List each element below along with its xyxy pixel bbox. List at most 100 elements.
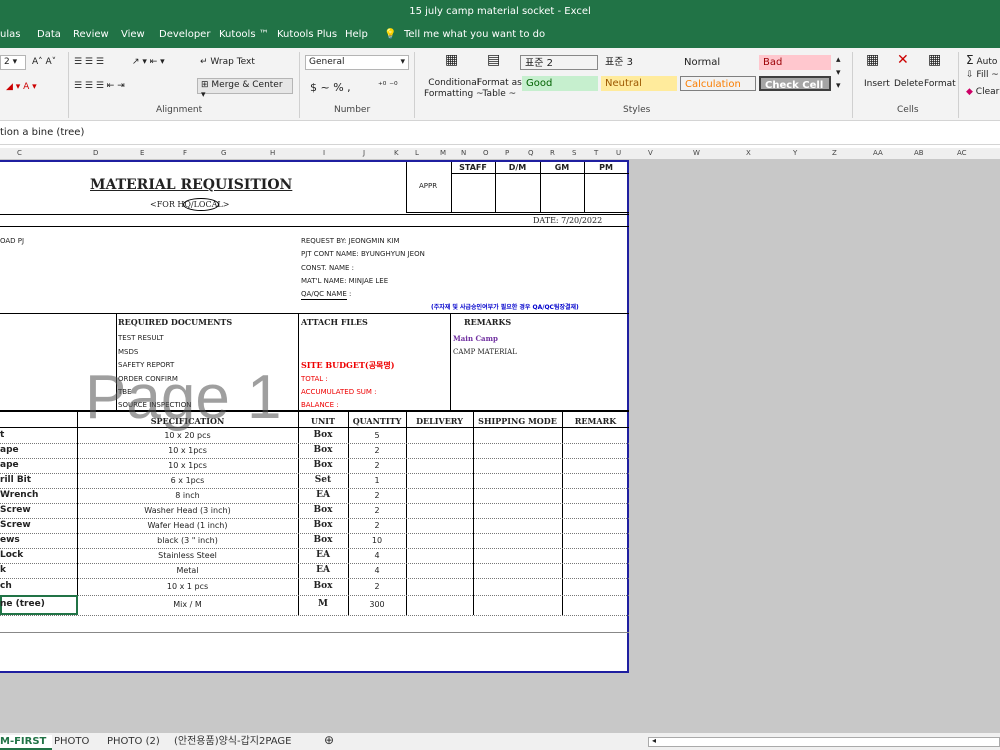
merge-center-button[interactable]: ⊞ Merge & Center ▾	[197, 78, 293, 100]
number-format-select[interactable]: General ▾	[305, 55, 409, 70]
menu-data[interactable]: Data	[37, 29, 61, 40]
style-calculation[interactable]: Calculation	[680, 76, 756, 91]
menu-formulas[interactable]: ulas	[0, 29, 20, 40]
scroll-left-icon[interactable]: ◂	[652, 736, 656, 745]
align-top-icon[interactable]: ☰ ☰ ☰	[74, 57, 104, 67]
style-check-cell[interactable]: Check Cell	[759, 76, 831, 91]
col-header[interactable]: M	[440, 149, 446, 157]
col-header[interactable]: AA	[873, 149, 883, 157]
col-header[interactable]: Q	[528, 149, 534, 157]
item-qty: 1	[374, 476, 380, 485]
col-header[interactable]: I	[323, 149, 325, 157]
col-header[interactable]: X	[746, 149, 751, 157]
item-spec: Mix / M	[173, 600, 202, 609]
style-bad[interactable]: Bad	[759, 55, 831, 70]
menu-view[interactable]: View	[121, 29, 145, 40]
item-unit: EA	[316, 490, 330, 500]
style-normal[interactable]: Normal	[680, 55, 756, 70]
col-header[interactable]: O	[483, 149, 489, 157]
item-qty: 2	[374, 461, 380, 470]
item-spec: 6 x 1pcs	[170, 476, 205, 485]
fill-button[interactable]: ⇩ Fill ~	[966, 70, 999, 80]
clear-button[interactable]: ◆ Clear	[966, 87, 999, 97]
item-qty: 300	[369, 600, 385, 609]
col-header[interactable]: P	[505, 149, 509, 157]
menu-help[interactable]: Help	[345, 29, 368, 40]
col-header[interactable]: W	[693, 149, 700, 157]
item-name: ne (tree)	[0, 599, 45, 609]
item-unit: M	[318, 599, 328, 609]
col-header[interactable]: Z	[832, 149, 837, 157]
align-left-icon[interactable]: ☰ ☰ ☰ ⇤ ⇥	[74, 81, 125, 91]
col-header[interactable]: J	[363, 149, 365, 157]
style-neutral[interactable]: Neutral	[601, 76, 677, 91]
col-header[interactable]: AC	[957, 149, 967, 157]
tell-me-search[interactable]: Tell me what you want to do	[404, 29, 545, 40]
format-button[interactable]: Format	[924, 79, 956, 89]
col-header[interactable]: V	[648, 149, 653, 157]
col-header[interactable]: E	[140, 149, 144, 157]
styles-group-label: Styles	[623, 105, 651, 115]
tab-photo-2[interactable]: PHOTO (2)	[101, 735, 166, 750]
style-standard2[interactable]: 표준 2	[520, 55, 598, 70]
cond-line2: Formatting ~	[424, 89, 484, 99]
formula-bar[interactable]: tion a bine (tree)	[0, 121, 1000, 145]
font-color-icon[interactable]: ◢ ▾ A ▾	[6, 82, 37, 92]
sheet-tab-bar: M-FIRST PHOTO PHOTO (2) (안전용품)양식-갑지2PAGE…	[0, 732, 1000, 750]
orientation-icon[interactable]: ↗ ▾ ⇤ ▾	[132, 57, 165, 67]
menu-review[interactable]: Review	[73, 29, 109, 40]
attach-files-header: ATTACH FILES	[301, 317, 368, 327]
style-good[interactable]: Good	[522, 76, 598, 91]
menu-kutools-plus[interactable]: Kutools Plus	[277, 29, 337, 40]
col-header[interactable]: AB	[914, 149, 924, 157]
menu-kutools[interactable]: Kutools ™	[219, 29, 269, 40]
conditional-formatting-button[interactable]: Conditional Formatting ~	[424, 78, 484, 100]
alignment-group-label: Alignment	[156, 105, 203, 115]
col-header[interactable]: N	[461, 149, 466, 157]
tab-photo[interactable]: PHOTO	[48, 735, 95, 750]
formula-content[interactable]: tion a bine (tree)	[0, 127, 84, 138]
col-header[interactable]: U	[616, 149, 621, 157]
col-header[interactable]: T	[594, 149, 598, 157]
add-sheet-icon[interactable]: ⊕	[318, 733, 340, 748]
col-header[interactable]: G	[221, 149, 226, 157]
styles-scroll-icon[interactable]: ▴ ▾ ▾	[836, 54, 841, 93]
merge-center-label: Merge & Center	[211, 80, 283, 90]
horizontal-scrollbar[interactable]	[648, 737, 1000, 747]
autosum-button[interactable]: Σ Auto	[966, 53, 997, 67]
grow-font-icon[interactable]: A˄ A˅	[32, 57, 56, 67]
col-header[interactable]: Y	[793, 149, 797, 157]
font-size-box[interactable]: 2 ▾	[0, 55, 26, 70]
item-spec: black (3 " inch)	[157, 536, 218, 545]
worksheet-page[interactable]: MATERIAL REQUISITION <FOR HQ/LOCAL> APPR…	[0, 160, 629, 673]
tab-m-first[interactable]: M-FIRST	[0, 735, 53, 750]
col-header[interactable]: S	[572, 149, 576, 157]
col-header[interactable]: K	[394, 149, 399, 157]
item-spec: 10 x 20 pcs	[164, 431, 211, 440]
sigma-icon: Σ	[966, 53, 974, 67]
appr-col-dm: D/M	[508, 163, 527, 172]
col-header[interactable]: C	[17, 149, 22, 157]
wrap-text-button[interactable]: ↵ Wrap Text	[200, 57, 255, 67]
delete-button[interactable]: Delete	[894, 79, 924, 89]
item-name: ch	[0, 581, 12, 591]
col-header[interactable]: F	[183, 149, 187, 157]
col-header[interactable]: D	[93, 149, 98, 157]
th-unit: UNIT	[311, 416, 335, 426]
format-as-table-button[interactable]: Format as Table ~	[477, 78, 522, 100]
style-standard3[interactable]: 표준 3	[601, 55, 677, 70]
item-spec: Wafer Head (1 inch)	[147, 521, 228, 530]
page-break-background	[0, 673, 629, 732]
menu-developer[interactable]: Developer	[159, 29, 210, 40]
insert-button[interactable]: Insert	[864, 79, 890, 89]
th-shipping-mode: SHIPPING MODE	[478, 416, 557, 426]
tab-safety-form[interactable]: (안전용품)양식-갑지2PAGE	[168, 735, 298, 750]
accounting-format-button[interactable]: $ ~ % ,	[310, 81, 351, 94]
cells-group-label: Cells	[897, 105, 919, 115]
col-header[interactable]: H	[270, 149, 275, 157]
item-qty: 4	[374, 566, 380, 575]
col-header[interactable]: R	[550, 149, 555, 157]
item-name: ape	[0, 460, 19, 470]
col-header[interactable]: L	[415, 149, 419, 157]
decimal-icon[interactable]: ⁺⁰ ⁻⁰	[378, 81, 398, 91]
